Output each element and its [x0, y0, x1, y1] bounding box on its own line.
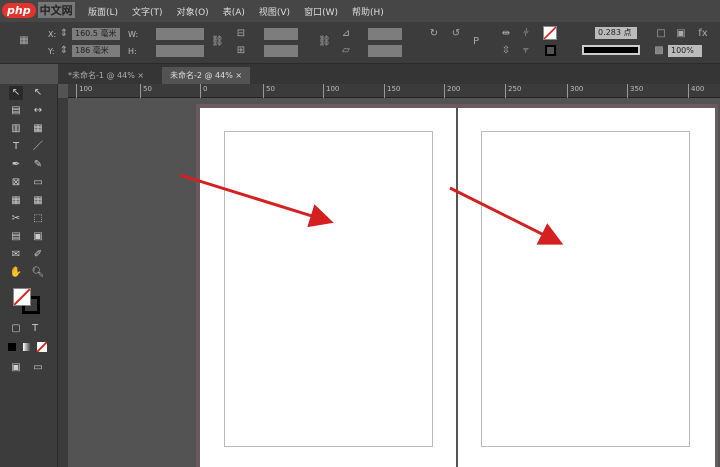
- red-arrow-left: [179, 173, 334, 228]
- fill-color-swatch[interactable]: [13, 288, 31, 306]
- red-arrow-right: [449, 186, 564, 245]
- annotation-arrows: [179, 173, 564, 245]
